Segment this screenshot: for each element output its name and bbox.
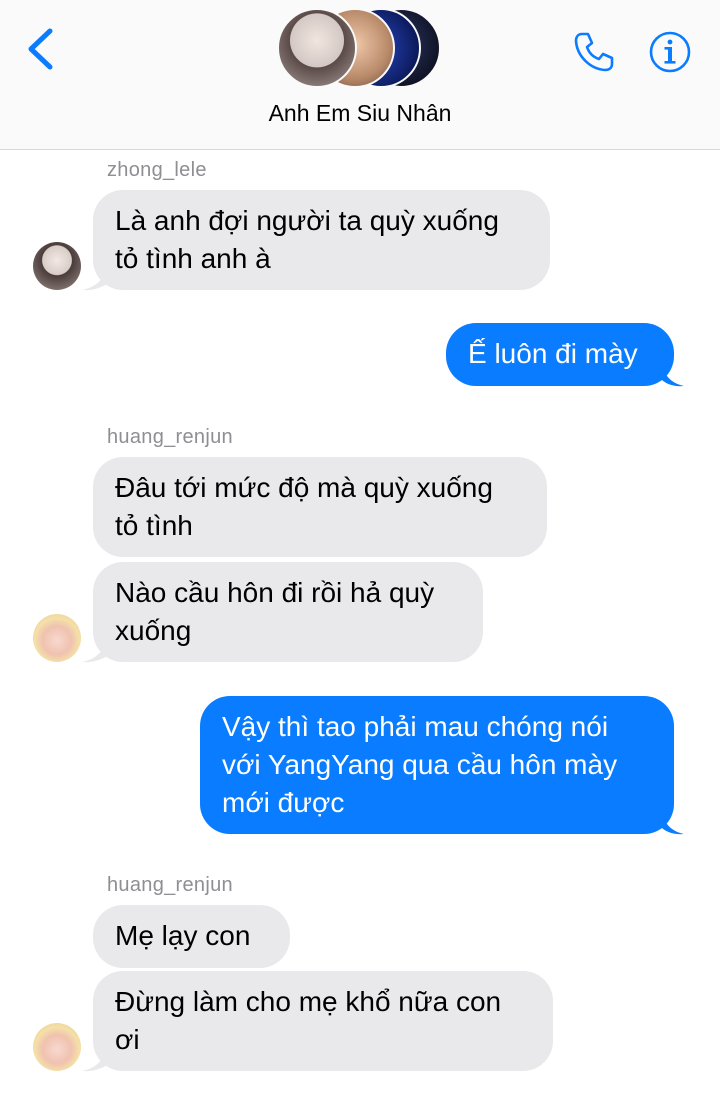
message-line: Vậy thì tao phải mau chóng nói [222, 711, 609, 742]
incoming-message-bubble[interactable]: Là anh đợi người ta quỳ xuống tỏ tình an… [93, 190, 550, 290]
message-line: Ế luôn đi mày [468, 338, 638, 369]
conversation-title[interactable]: Anh Em Siu Nhân [0, 100, 720, 127]
conversation-header: Anh Em Siu Nhân [0, 0, 720, 150]
group-member-avatar-1 [277, 8, 357, 88]
message-line: Đừng làm cho mẹ khổ nữa con [115, 986, 502, 1017]
bubble-tail [660, 362, 684, 387]
info-icon[interactable] [646, 28, 694, 76]
avatar[interactable] [33, 1023, 81, 1071]
message-line: ơi [115, 1024, 140, 1055]
bubble-tail [82, 1047, 110, 1072]
message-line: Là anh đợi người ta quỳ xuống [115, 205, 499, 236]
avatar[interactable] [33, 614, 81, 662]
outgoing-message-bubble[interactable]: Ế luôn đi mày [446, 323, 674, 386]
message-line: Nào cầu hôn đi rồi hả quỳ [115, 577, 435, 608]
message-line: xuống [115, 615, 192, 646]
outgoing-message-bubble[interactable]: Vậy thì tao phải mau chóng nói với YangY… [200, 696, 674, 834]
bubble-tail [82, 266, 110, 291]
message-line: tỏ tình anh à [115, 243, 271, 274]
incoming-message-bubble[interactable]: Đừng làm cho mẹ khổ nữa con ơi [93, 971, 553, 1071]
chevron-left-icon[interactable] [22, 26, 62, 72]
avatar[interactable] [33, 242, 81, 290]
phone-icon[interactable] [570, 28, 618, 76]
incoming-message-bubble[interactable]: Đâu tới mức độ mà quỳ xuống tỏ tình [93, 457, 547, 557]
bubble-tail [660, 810, 684, 835]
incoming-message-bubble[interactable]: Nào cầu hôn đi rồi hả quỳ xuống [93, 562, 483, 662]
sender-name: huang_renjun [107, 874, 233, 896]
message-line: với YangYang qua cầu hôn mày [222, 749, 618, 780]
group-avatar-stack[interactable] [277, 8, 447, 88]
message-line: Đâu tới mức độ mà quỳ xuống [115, 472, 493, 503]
incoming-message-bubble[interactable]: Mẹ lạy con [93, 905, 290, 968]
sender-name: zhong_lele [107, 159, 207, 181]
message-line: Mẹ lạy con [115, 920, 251, 951]
message-line: mới được [222, 787, 345, 818]
sender-name: huang_renjun [107, 426, 233, 448]
message-line: tỏ tình [115, 510, 193, 541]
bubble-tail [82, 638, 110, 663]
